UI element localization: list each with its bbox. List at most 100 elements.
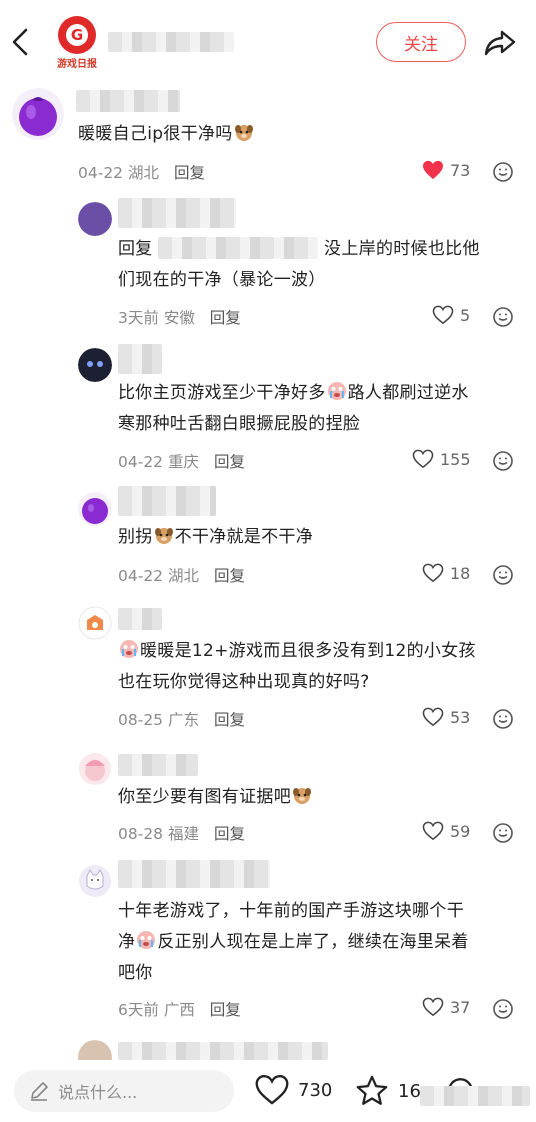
- follow-button[interactable]: 关注: [376, 22, 466, 62]
- comment-7: 十年老游戏了，十年前的国产手游这块哪个干 净反正别人现在是上岸了，继续在海里呆着…: [0, 858, 536, 1038]
- username-redacted[interactable]: [76, 90, 180, 112]
- crying-emoji-icon: [120, 640, 138, 658]
- comment-5: 暖暖是12+游戏而且很多没有到12的小女孩 也在玩你觉得这种出现真的好吗? 08…: [0, 598, 536, 744]
- share-button[interactable]: [482, 24, 518, 60]
- like-count: 37: [450, 997, 471, 1017]
- like-count: 5: [460, 305, 471, 325]
- avatar[interactable]: [78, 606, 112, 640]
- star-icon: [356, 1075, 388, 1105]
- comment-date: 04-22: [118, 567, 164, 585]
- account-name-redacted: [108, 32, 234, 52]
- username-redacted[interactable]: [118, 198, 236, 228]
- comment-location: 广西: [163, 1001, 195, 1019]
- more-button[interactable]: [492, 998, 514, 1020]
- avatar[interactable]: [78, 202, 112, 236]
- like-button[interactable]: 18: [422, 563, 470, 583]
- like-button[interactable]: 5: [432, 305, 470, 325]
- more-icon: [493, 451, 513, 471]
- heart-icon: [422, 821, 444, 841]
- more-icon: [493, 709, 513, 729]
- like-button[interactable]: 73: [422, 160, 470, 180]
- reply-button[interactable]: 回复: [214, 711, 245, 729]
- avatar[interactable]: [78, 492, 112, 526]
- collect-count: 16: [398, 1080, 421, 1102]
- comment-location: 湖北: [167, 567, 199, 585]
- more-button[interactable]: [492, 708, 514, 730]
- logo-caption: 游戏日报: [57, 59, 97, 70]
- more-button[interactable]: [492, 822, 514, 844]
- comment-date: 3天前: [118, 309, 159, 327]
- reply-button[interactable]: 回复: [214, 567, 245, 585]
- avatar[interactable]: [78, 752, 112, 786]
- username-redacted[interactable]: [118, 860, 270, 888]
- like-count: 155: [440, 449, 471, 469]
- avatar[interactable]: [78, 864, 112, 898]
- heart-icon: [422, 707, 444, 727]
- reply-button[interactable]: 回复: [214, 825, 245, 843]
- comment-location: 湖北: [127, 164, 159, 182]
- username-redacted[interactable]: [118, 344, 162, 374]
- like-count: 53: [450, 707, 471, 727]
- heart-icon: [412, 449, 434, 469]
- username-redacted[interactable]: [118, 1042, 328, 1060]
- avatar[interactable]: [78, 348, 112, 382]
- logo-badge: G: [58, 16, 96, 54]
- like-button[interactable]: 37: [422, 997, 470, 1017]
- post-like-button[interactable]: 730: [254, 1074, 332, 1106]
- username-redacted[interactable]: [118, 754, 198, 776]
- comment-input-placeholder: 说点什么...: [58, 1083, 138, 1102]
- more-icon: [493, 823, 513, 843]
- top-bar: G 游戏日报 关注: [0, 0, 536, 84]
- comment-meta: 04-22 湖北 回复: [78, 161, 205, 183]
- reply-button[interactable]: 回复: [174, 164, 205, 182]
- comment-text: 暖暖是12+游戏而且很多没有到12的小女孩 也在玩你觉得这种出现真的好吗?: [118, 640, 476, 692]
- comment-date: 6天前: [118, 1001, 159, 1019]
- comment-6: 你至少要有图有证据吧 08-28 福建 回复 59: [0, 744, 536, 858]
- comment-text: 回复 没上岸的时候也比他 们现在的干净（暴论一波）: [118, 237, 480, 290]
- back-icon: [12, 28, 28, 56]
- comment-8-partial: [0, 1038, 536, 1060]
- comment-meta: 04-22 湖北 回复: [118, 564, 245, 586]
- heart-icon: [422, 563, 444, 583]
- more-button[interactable]: [492, 161, 514, 183]
- comment-text: 别拐 不干净就是不干净: [118, 527, 314, 547]
- dog-emoji-icon: [293, 788, 311, 804]
- like-count: 59: [450, 821, 471, 841]
- comment-meta: 08-25 广东 回复: [118, 708, 245, 730]
- watermark-redacted: [420, 1086, 530, 1106]
- username-redacted[interactable]: [118, 486, 216, 516]
- comment-date: 08-25: [118, 711, 164, 729]
- like-button[interactable]: 59: [422, 821, 470, 841]
- comment-meta: 3天前 安徽 回复: [118, 306, 241, 328]
- avatar[interactable]: [12, 88, 64, 140]
- back-button[interactable]: [6, 24, 34, 60]
- comment-2: 回复 没上岸的时候也比他 们现在的干净（暴论一波） 3天前 安徽 回复 5: [0, 194, 536, 338]
- like-button[interactable]: 155: [412, 449, 471, 469]
- heart-icon: [422, 997, 444, 1017]
- crying-emoji-icon: [327, 382, 346, 400]
- comment-meta: 08-28 福建 回复: [118, 822, 245, 844]
- reply-button[interactable]: 回复: [214, 453, 245, 471]
- reply-button[interactable]: 回复: [210, 1001, 241, 1019]
- comment-location: 广东: [167, 711, 199, 729]
- more-button[interactable]: [492, 564, 514, 586]
- post-like-count: 730: [298, 1079, 333, 1101]
- comment-input[interactable]: 说点什么...: [14, 1070, 234, 1112]
- more-icon: [493, 565, 513, 585]
- username-redacted[interactable]: [118, 608, 162, 630]
- avatar[interactable]: [78, 1040, 112, 1060]
- heart-icon: [423, 160, 443, 180]
- more-button[interactable]: [492, 306, 514, 328]
- crying-emoji-icon: [137, 931, 156, 949]
- comment-1: 暖暖自己ip很干净吗 04-22 湖北 回复 73: [0, 84, 536, 194]
- bottom-action-bar: 说点什么... 730 16: [0, 1060, 536, 1122]
- mention-redacted[interactable]: [158, 237, 319, 259]
- more-button[interactable]: [492, 450, 514, 472]
- like-button[interactable]: 53: [422, 707, 470, 727]
- comment-text: 十年老游戏了，十年前的国产手游这块哪个干 净反正别人现在是上岸了，继续在海里呆着…: [118, 901, 469, 983]
- heart-icon: [255, 1075, 289, 1105]
- account-logo[interactable]: G 游戏日报: [54, 16, 100, 70]
- comment-location: 福建: [167, 825, 199, 843]
- reply-button[interactable]: 回复: [210, 309, 241, 327]
- collect-button[interactable]: 16: [354, 1074, 421, 1108]
